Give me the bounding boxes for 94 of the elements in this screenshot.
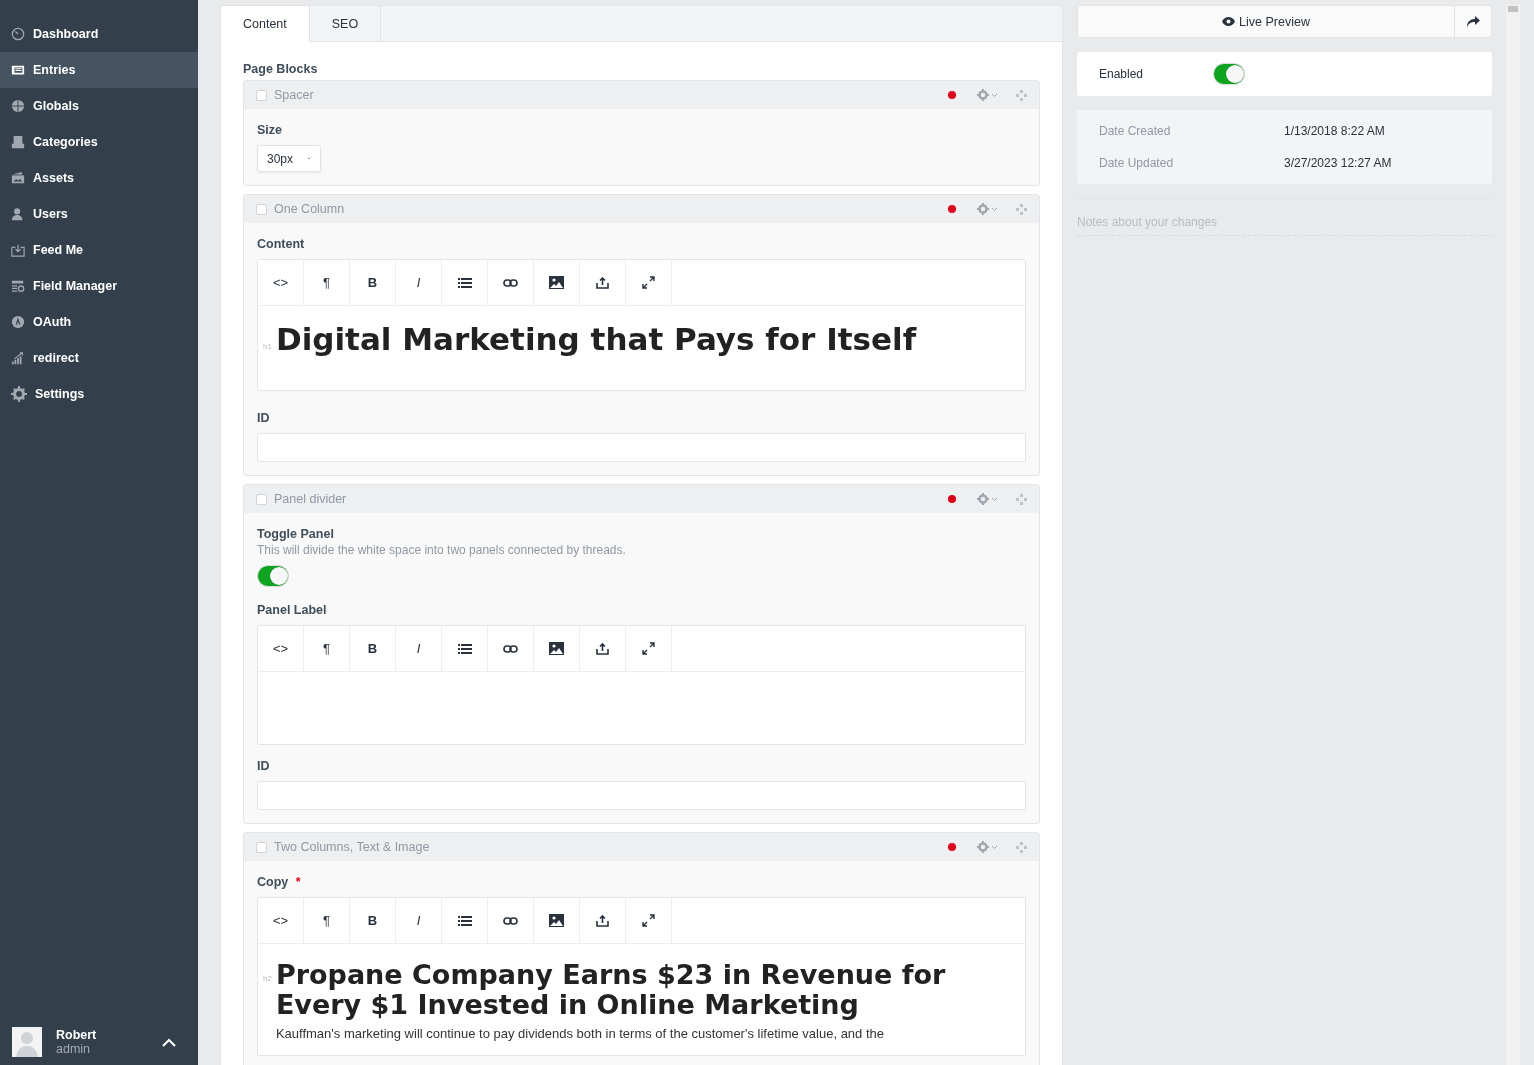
gear-icon[interactable] — [977, 841, 999, 853]
move-icon[interactable] — [1016, 89, 1027, 101]
link-icon — [503, 278, 518, 287]
meta-value: 1/13/2018 8:22 AM — [1284, 124, 1386, 138]
tab[interactable]: Content — [221, 6, 310, 42]
tray-icon — [11, 135, 25, 149]
upload-icon — [596, 914, 609, 927]
expand-icon — [642, 642, 655, 655]
photos-icon — [11, 171, 25, 185]
upload-icon — [596, 642, 609, 655]
newspaper-icon — [11, 63, 25, 77]
heading-text: Propane Company Earns $23 in Revenue for Every $1 Invested in Online Marketing — [275, 960, 947, 1021]
sidebar-item[interactable]: Dashboard — [0, 16, 198, 52]
scrollbar[interactable] — [1506, 5, 1520, 1065]
toggle-switch[interactable] — [257, 565, 289, 587]
expand-icon — [642, 914, 655, 927]
field-label: Panel Label — [257, 603, 328, 617]
meta-label: Date Updated — [1099, 156, 1175, 170]
image-icon — [549, 276, 564, 289]
sidebar-item[interactable]: OAuth — [0, 304, 198, 340]
image-icon — [549, 642, 564, 655]
sidebar-item[interactable]: Entries — [0, 52, 198, 88]
field-instructions: This will divide the white space into two panels connected by threads. — [257, 543, 627, 557]
checkbox[interactable] — [256, 493, 267, 505]
gear-icon[interactable] — [977, 493, 999, 505]
block-title: Panel divider — [274, 492, 348, 506]
list-icon — [457, 915, 472, 926]
toolbar-button[interactable]: <> — [258, 898, 304, 943]
sidebar-item[interactable]: Settings — [0, 376, 198, 412]
field-label: Toggle Panel — [257, 527, 335, 541]
sidebar-item[interactable]: Categories — [0, 124, 198, 160]
dashboard-icon — [11, 27, 25, 41]
sidebar-item[interactable]: Globals — [0, 88, 198, 124]
block-title: Spacer — [274, 88, 315, 102]
block-title: One Column — [274, 202, 346, 216]
toolbar-button[interactable]: <> — [258, 626, 304, 671]
link-icon — [503, 644, 518, 653]
toggle-switch[interactable] — [1213, 63, 1246, 85]
list-icon — [457, 277, 472, 288]
field-label: Size — [257, 123, 283, 137]
field-label: ID — [257, 411, 271, 425]
users-icon — [11, 207, 25, 221]
upload-icon — [596, 276, 609, 289]
gear-icon[interactable] — [977, 89, 999, 101]
heading-tag: h2 — [263, 974, 272, 983]
list-icon — [457, 643, 472, 654]
block-title: Two Columns, Text & Image — [274, 840, 431, 854]
id-field[interactable] — [257, 433, 1026, 462]
import-icon — [11, 243, 25, 257]
size-select[interactable]: 30px — [257, 145, 321, 172]
status-dot — [948, 495, 956, 503]
chart-icon — [11, 351, 25, 365]
field-label: Copy * — [257, 875, 302, 889]
share-icon — [1466, 16, 1480, 27]
sidebar-item[interactable]: Assets — [0, 160, 198, 196]
move-icon[interactable] — [1016, 493, 1027, 505]
move-icon[interactable] — [1016, 841, 1027, 853]
sidebar-item[interactable]: Feed Me — [0, 232, 198, 268]
toolbar-button[interactable]: <> — [258, 260, 304, 305]
image-icon — [549, 914, 564, 927]
user-name: Robert — [56, 1028, 98, 1042]
tab[interactable]: SEO — [309, 6, 382, 41]
checkbox[interactable] — [256, 89, 267, 101]
heading-text: Digital Marketing that Pays for Itself — [275, 322, 917, 357]
meta-value: 3/27/2023 12:27 AM — [1284, 156, 1393, 170]
sidebar-item[interactable]: Users — [0, 196, 198, 232]
checkbox[interactable] — [256, 841, 267, 853]
sidebar-item[interactable]: Field Manager — [0, 268, 198, 304]
section-label: Page Blocks — [243, 62, 319, 76]
rich-text-editor[interactable]: <> ¶ B I h2 Propane Company Earns $23 in Revenue for Every $1 Invested in Online Marketing Kauffman's marketing will continue to pay dividends both in terms of the customer's lifetime value, and the — [257, 897, 1026, 1057]
checkbox[interactable] — [256, 203, 267, 215]
field-label: Content — [257, 237, 306, 251]
paragraph-text: Kauffman's marketing will continue to pay dividends both in terms of the customer's lifetime value, and the — [275, 1026, 885, 1042]
meta-label: Date Created — [1099, 124, 1172, 138]
enabled-label: Enabled — [1099, 67, 1144, 81]
user-role: admin — [56, 1042, 92, 1056]
avatar-icon — [12, 1027, 42, 1057]
status-dot — [948, 91, 956, 99]
globe-icon — [11, 99, 25, 113]
gear-icon[interactable] — [977, 203, 999, 215]
eye-icon — [1222, 17, 1236, 26]
settings-icon — [11, 386, 27, 402]
expand-icon — [642, 276, 655, 289]
field-label: ID — [257, 759, 271, 773]
id-field[interactable] — [257, 781, 1026, 810]
field-settings-icon — [11, 279, 25, 293]
status-dot — [948, 205, 956, 213]
chevron-up-icon[interactable] — [162, 1037, 176, 1047]
status-dot — [948, 843, 956, 851]
rich-text-editor[interactable]: <> ¶ B I — [257, 625, 1026, 745]
link-icon — [503, 916, 518, 925]
sidebar-item[interactable]: redirect — [0, 340, 198, 376]
move-icon[interactable] — [1016, 203, 1027, 215]
badge-icon — [11, 315, 25, 329]
